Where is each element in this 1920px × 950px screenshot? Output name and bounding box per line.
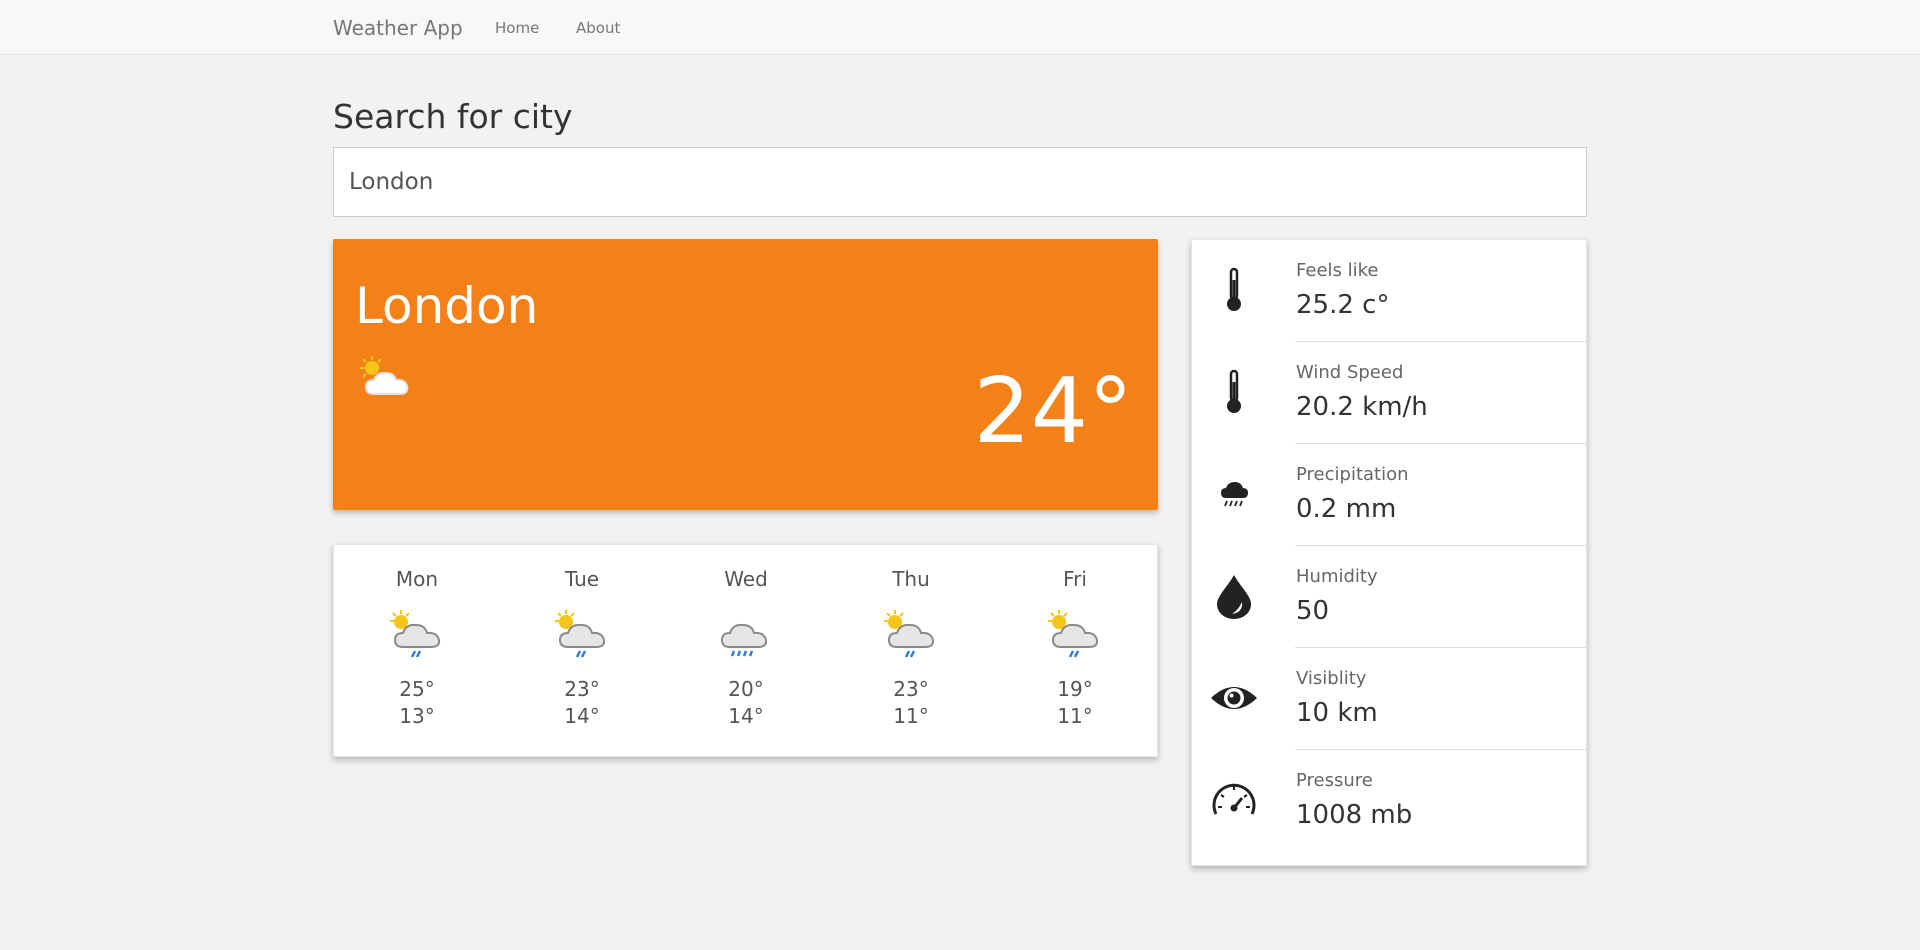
forecast-low: 11°: [893, 704, 929, 728]
city-search-input[interactable]: [333, 147, 1587, 217]
current-city-name: London: [355, 277, 539, 335]
current-weather-card: London 24°: [333, 239, 1158, 510]
detail-label: Humidity: [1296, 566, 1378, 587]
detail-value: 0.2 mm: [1296, 494, 1397, 524]
thermometer-icon: [1227, 369, 1241, 413]
current-temperature: 24°: [973, 359, 1133, 464]
navbar: Weather App Home About: [0, 0, 1920, 55]
search-title: Search for city: [333, 97, 573, 136]
forecast-card: Mon 25° 13° Tue 23° 14° Wed 20° 14° Thu: [333, 544, 1158, 757]
sun-cloud-rain-icon: [884, 610, 935, 658]
detail-label: Feels like: [1296, 260, 1379, 281]
brand-link[interactable]: Weather App: [333, 16, 463, 40]
detail-feels-like: Feels like 25.2 c°: [1192, 240, 1588, 342]
forecast-low: 13°: [399, 704, 435, 728]
forecast-low: 14°: [564, 704, 600, 728]
detail-pressure: Pressure 1008 mb: [1192, 750, 1588, 852]
forecast-day-name: Wed: [724, 567, 768, 591]
nav-about-link[interactable]: About: [576, 19, 620, 37]
detail-value: 20.2 km/h: [1296, 392, 1428, 422]
forecast-high: 23°: [564, 677, 600, 701]
forecast-low: 14°: [728, 704, 764, 728]
forecast-high: 20°: [728, 677, 764, 701]
detail-label: Wind Speed: [1296, 362, 1404, 383]
detail-value: 50: [1296, 596, 1330, 626]
forecast-low: 11°: [1057, 704, 1093, 728]
partly-sunny-icon: [360, 356, 409, 395]
detail-label: Pressure: [1296, 770, 1373, 791]
sun-cloud-rain-icon: [390, 610, 441, 658]
forecast-high: 23°: [893, 677, 929, 701]
forecast-high: 25°: [399, 677, 435, 701]
cloud-rain-icon: [720, 623, 768, 657]
detail-value: 1008 mb: [1296, 800, 1413, 830]
detail-value: 10 km: [1296, 698, 1378, 728]
detail-value: 25.2 c°: [1296, 290, 1390, 320]
detail-label: Visiblity: [1296, 668, 1367, 689]
forecast-day-name: Mon: [395, 567, 439, 591]
detail-wind-speed: Wind Speed 20.2 km/h: [1192, 342, 1588, 444]
detail-label: Precipitation: [1296, 464, 1409, 485]
thermometer-icon: [1227, 267, 1241, 311]
water-drop-icon: [1217, 575, 1251, 619]
forecast-high: 19°: [1057, 677, 1093, 701]
eye-icon: [1211, 687, 1257, 709]
forecast-day-name: Tue: [564, 567, 600, 591]
nav-home-link[interactable]: Home: [495, 19, 539, 37]
sun-cloud-rain-icon: [555, 610, 606, 658]
detail-visibility: Visiblity 10 km: [1192, 648, 1588, 750]
rain-cloud-icon: [1221, 482, 1248, 507]
forecast-day-name: Fri: [1063, 567, 1087, 591]
sun-cloud-rain-icon: [1048, 610, 1099, 658]
detail-humidity: Humidity 50: [1192, 546, 1588, 648]
forecast-day-name: Thu: [892, 567, 930, 591]
weather-details-card: Feels like 25.2 c° Wind Speed 20.2 km/h …: [1191, 239, 1588, 866]
detail-precipitation: Precipitation 0.2 mm: [1192, 444, 1588, 546]
speedometer-icon: [1212, 783, 1256, 815]
